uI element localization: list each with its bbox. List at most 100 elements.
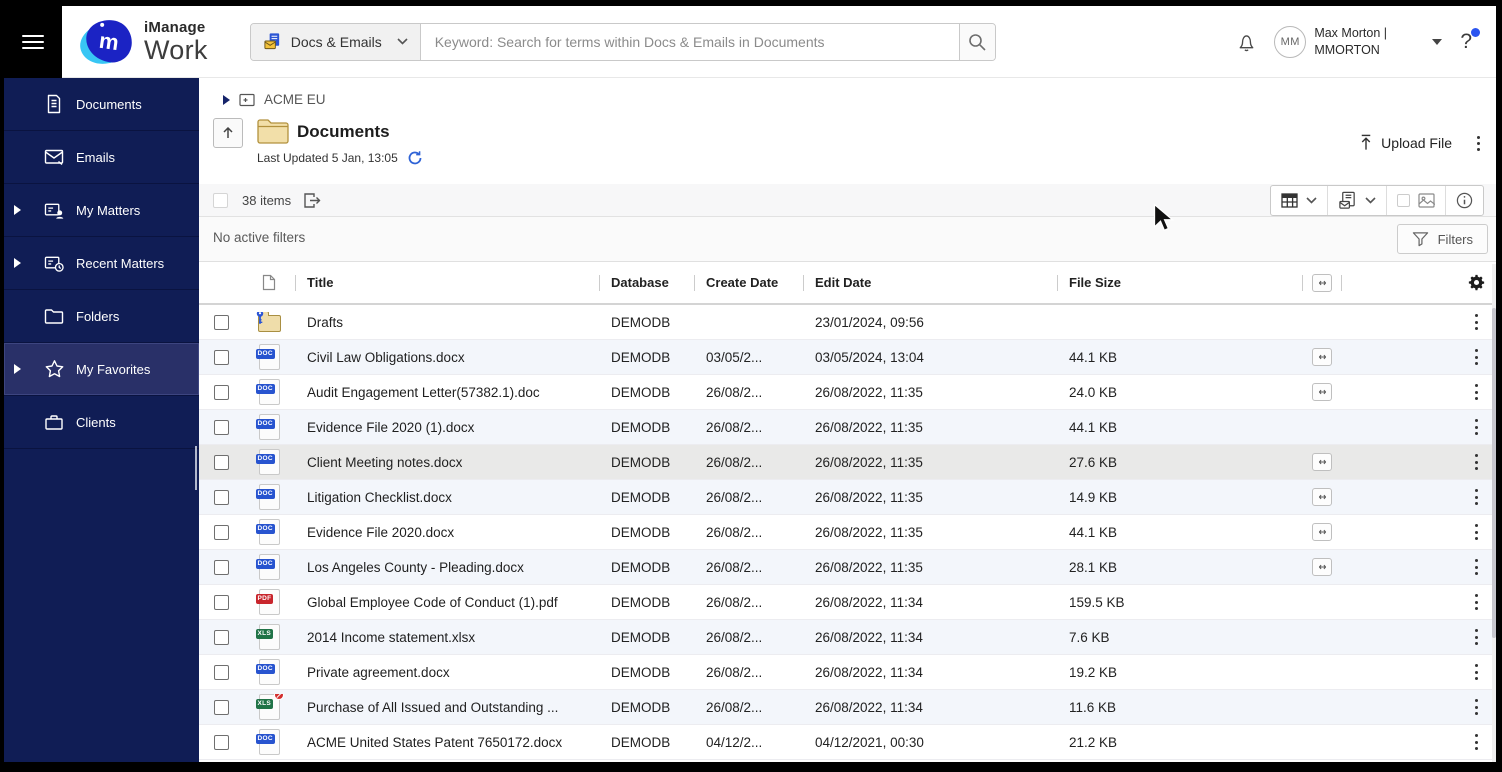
- row-checkbox[interactable]: [213, 594, 229, 610]
- page-kebab-menu-icon[interactable]: [1473, 132, 1484, 155]
- table-row[interactable]: DOC Evidence File 2020 (1).docx DEMODB 2…: [199, 410, 1496, 445]
- document-title[interactable]: 2014 Income statement.xlsx: [295, 630, 599, 645]
- document-title[interactable]: Los Angeles County - Pleading.docx: [295, 560, 599, 575]
- expand-arrow-icon[interactable]: [14, 205, 21, 215]
- document-title[interactable]: Audit Engagement Letter(57382.1).doc: [295, 385, 599, 400]
- row-checkbox[interactable]: [213, 664, 229, 680]
- table-row[interactable]: DOC Audit Engagement Letter(57382.1).doc…: [199, 375, 1496, 410]
- upload-file-button[interactable]: Upload File: [1358, 134, 1452, 151]
- row-kebab-menu-icon[interactable]: [1471, 556, 1482, 579]
- row-checkbox[interactable]: [213, 314, 229, 330]
- table-row[interactable]: DOC Los Angeles County - Pleading.docx D…: [199, 550, 1496, 585]
- notifications-bell-icon[interactable]: [1235, 30, 1258, 53]
- avatar[interactable]: MM: [1274, 25, 1307, 58]
- sidebar-item-documents[interactable]: Documents: [4, 78, 199, 131]
- row-checkbox[interactable]: [213, 629, 229, 645]
- document-title[interactable]: Client Meeting notes.docx: [295, 455, 599, 470]
- document-title[interactable]: Civil Law Obligations.docx: [295, 350, 599, 365]
- sidebar-item-label: My Favorites: [76, 361, 151, 377]
- table-row[interactable]: DOC Client Meeting notes.docx DEMODB 26/…: [199, 445, 1496, 480]
- row-kebab-menu-icon[interactable]: [1471, 591, 1482, 614]
- export-icon[interactable]: [303, 192, 322, 209]
- row-kebab-menu-icon[interactable]: [1471, 346, 1482, 369]
- document-title[interactable]: ACME United States Patent 7650172.docx: [295, 735, 599, 750]
- table-row[interactable]: Drafts DEMODB 23/01/2024, 09:56: [199, 305, 1496, 340]
- table-row[interactable]: DOC Civil Law Obligations.docx DEMODB 03…: [199, 340, 1496, 375]
- row-checkbox[interactable]: [213, 489, 229, 505]
- doc-type-column-icon[interactable]: [243, 262, 295, 303]
- select-all-checkbox[interactable]: [213, 192, 228, 208]
- document-title[interactable]: Global Employee Code of Conduct (1).pdf: [295, 595, 599, 610]
- row-kebab-menu-icon[interactable]: [1471, 451, 1482, 474]
- row-checkbox[interactable]: [213, 559, 229, 575]
- row-checkbox[interactable]: [213, 734, 229, 750]
- row-kebab-menu-icon[interactable]: [1471, 381, 1482, 404]
- table-row[interactable]: XLS 2014 Income statement.xlsx DEMODB 26…: [199, 620, 1496, 655]
- filters-button[interactable]: Filters: [1396, 224, 1488, 254]
- column-header-link[interactable]: [1302, 262, 1342, 303]
- row-checkbox[interactable]: [213, 454, 229, 470]
- row-checkbox[interactable]: [213, 384, 229, 400]
- row-kebab-menu-icon[interactable]: [1471, 311, 1482, 334]
- sidebar-item-folders[interactable]: Folders: [4, 290, 199, 343]
- document-title[interactable]: Drafts: [295, 315, 599, 330]
- refresh-icon[interactable]: [407, 150, 423, 166]
- table-row[interactable]: DOC ACME United States Patent 7650172.do…: [199, 725, 1496, 760]
- column-header-edit-date[interactable]: Edit Date: [803, 262, 1057, 303]
- user-menu-caret-icon[interactable]: [1432, 38, 1443, 45]
- document-title[interactable]: Litigation Checklist.docx: [295, 490, 599, 505]
- document-title[interactable]: Evidence File 2020 (1).docx: [295, 420, 599, 435]
- table-row[interactable]: XLS Purchase of All Issued and Outstandi…: [199, 690, 1496, 725]
- sidebar-item-emails[interactable]: Emails: [4, 131, 199, 184]
- database-cell: DEMODB: [611, 384, 671, 400]
- column-header-title[interactable]: Title: [295, 262, 599, 303]
- table-row[interactable]: DOC Evidence File 2020.docx DEMODB 26/08…: [199, 515, 1496, 550]
- info-button[interactable]: [1445, 186, 1483, 215]
- row-kebab-menu-icon[interactable]: [1471, 731, 1482, 754]
- table-row[interactable]: PDF Global Employee Code of Conduct (1).…: [199, 585, 1496, 620]
- sidebar-item-my-favorites[interactable]: My Favorites: [4, 343, 199, 396]
- row-checkbox[interactable]: [213, 524, 229, 540]
- row-kebab-menu-icon[interactable]: [1471, 416, 1482, 439]
- sidebar-scrollbar-thumb[interactable]: [195, 446, 197, 490]
- preview-checkbox-icon[interactable]: [1397, 194, 1410, 207]
- image-preview-icon[interactable]: [1418, 193, 1435, 208]
- table-view-button[interactable]: [1271, 186, 1327, 215]
- expand-arrow-icon[interactable]: [14, 364, 21, 374]
- search-button[interactable]: [958, 23, 995, 60]
- row-kebab-menu-icon[interactable]: [1471, 661, 1482, 684]
- expand-arrow-icon[interactable]: [14, 258, 21, 268]
- table-row[interactable]: DOC Private agreement.docx DEMODB 26/08/…: [199, 655, 1496, 690]
- column-header-file-size[interactable]: File Size: [1057, 262, 1302, 303]
- column-header-create-date[interactable]: Create Date: [694, 262, 803, 303]
- row-kebab-menu-icon[interactable]: [1471, 626, 1482, 649]
- table-scrollbar[interactable]: [1492, 264, 1496, 762]
- search-input[interactable]: [420, 23, 959, 60]
- sidebar-item-recent-matters[interactable]: Recent Matters: [4, 237, 199, 290]
- row-kebab-menu-icon[interactable]: [1471, 521, 1482, 544]
- email-view-button[interactable]: [1327, 186, 1386, 215]
- breadcrumb-expand-icon[interactable]: [223, 94, 230, 105]
- document-title[interactable]: Purchase of All Issued and Outstanding .…: [295, 700, 599, 715]
- document-title[interactable]: Private agreement.docx: [295, 665, 599, 680]
- row-checkbox[interactable]: [213, 349, 229, 365]
- search-scope-dropdown[interactable]: Docs & Emails: [250, 23, 421, 60]
- row-checkbox[interactable]: [213, 419, 229, 435]
- create-date-cell: 26/08/2...: [706, 664, 763, 680]
- table-scrollbar-thumb[interactable]: [1492, 308, 1496, 638]
- sidebar-item-my-matters[interactable]: My Matters: [4, 184, 199, 237]
- row-kebab-menu-icon[interactable]: [1471, 696, 1482, 719]
- row-checkbox[interactable]: [213, 699, 229, 715]
- sidebar-item-clients[interactable]: Clients: [4, 396, 199, 449]
- navigate-up-button[interactable]: [213, 118, 243, 148]
- table-row[interactable]: DOC Litigation Checklist.docx DEMODB 26/…: [199, 480, 1496, 515]
- document-title[interactable]: Evidence File 2020.docx: [295, 525, 599, 540]
- hamburger-menu-button[interactable]: [4, 6, 62, 78]
- help-icon[interactable]: ?: [1460, 27, 1480, 54]
- column-header-database[interactable]: Database: [599, 262, 694, 303]
- column-settings-button[interactable]: [1456, 262, 1496, 303]
- file-size-cell: 19.2 KB: [1069, 664, 1118, 680]
- row-kebab-menu-icon[interactable]: [1471, 486, 1482, 509]
- breadcrumb-workspace-label[interactable]: ACME EU: [264, 92, 326, 107]
- app-window: m iManage Work Docs & Emails MM: [4, 6, 1496, 762]
